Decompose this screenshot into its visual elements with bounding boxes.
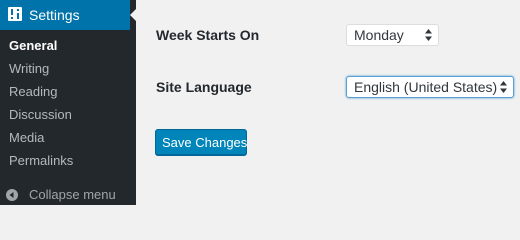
- collapse-arrow-icon: [6, 189, 18, 201]
- sidebar-item-media[interactable]: Media: [9, 130, 44, 146]
- sidebar-item-writing[interactable]: Writing: [9, 61, 49, 77]
- sidebar-item-reading[interactable]: Reading: [9, 84, 57, 100]
- save-changes-button[interactable]: Save Changes: [155, 129, 247, 155]
- current-menu-pointer: [130, 8, 137, 22]
- select-arrows-icon: [425, 29, 432, 41]
- sidebar-item-discussion[interactable]: Discussion: [9, 107, 72, 123]
- week-starts-on-label: Week Starts On: [156, 27, 260, 43]
- sidebar-item-permalinks[interactable]: Permalinks: [9, 153, 73, 169]
- sidebar-item-general[interactable]: General: [9, 38, 57, 54]
- site-language-label: Site Language: [156, 79, 252, 95]
- settings-sliders-icon: [8, 7, 22, 21]
- collapse-menu-label: Collapse menu: [29, 187, 116, 202]
- site-language-select[interactable]: English (United States): [346, 76, 514, 98]
- week-starts-on-select[interactable]: Monday: [346, 24, 439, 46]
- settings-menu-title: Settings: [29, 7, 80, 23]
- site-language-value: English (United States): [354, 79, 498, 95]
- admin-sidebar: Settings General Writing Reading Discuss…: [0, 0, 137, 205]
- week-starts-on-value: Monday: [354, 27, 404, 43]
- collapse-menu-button[interactable]: Collapse menu: [6, 186, 134, 204]
- select-arrows-icon: [500, 81, 507, 93]
- settings-menu-header[interactable]: Settings: [0, 0, 130, 30]
